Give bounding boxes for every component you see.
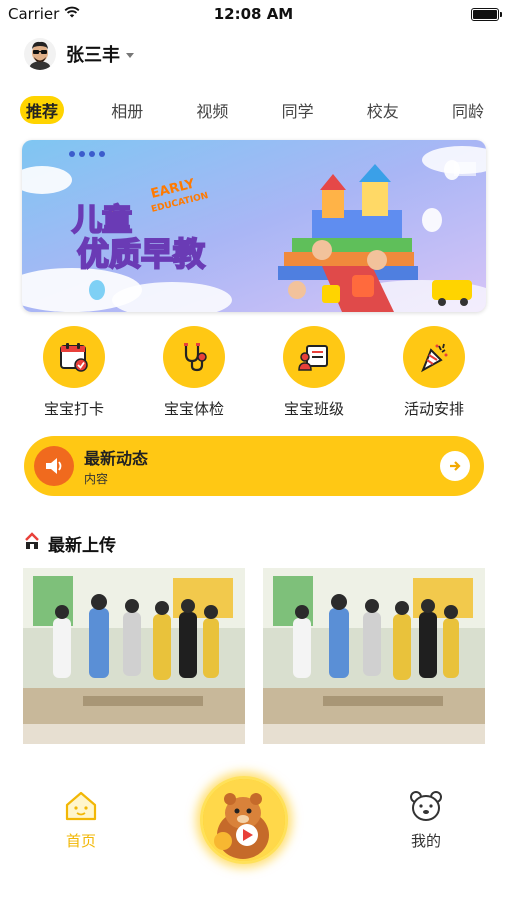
nav-mine[interactable]: 我的 [395,790,457,851]
upload-photo[interactable] [23,568,245,744]
quick-item-activities[interactable]: 活动安排 [379,326,489,422]
quick-menu: 宝宝打卡 宝宝体检 宝宝班级 活动安排 [14,326,494,422]
class-board-icon [283,326,345,388]
play-video-button[interactable] [200,776,288,864]
arrow-right-icon[interactable] [440,451,470,481]
chevron-down-icon[interactable] [126,52,134,58]
megaphone-icon [34,446,74,486]
bottom-nav: 首页 我的 [0,760,507,900]
user-name: 张三丰 [66,45,120,66]
clock: 12:08 AM [213,5,294,23]
quick-label: 活动安排 [403,400,464,418]
bear-face-icon [409,790,443,826]
tab-video[interactable]: 视频 [190,96,234,124]
quick-label: 宝宝体检 [163,400,224,418]
quick-item-class[interactable]: 宝宝班级 [259,326,369,422]
nav-home[interactable]: 首页 [50,790,112,851]
quick-label: 宝宝打卡 [43,400,104,418]
battery-icon [471,8,502,21]
quick-item-checkin[interactable]: 宝宝打卡 [19,326,129,422]
avatar[interactable] [24,38,56,70]
quick-label: 宝宝班级 [283,400,344,418]
news-subtitle: 内容 [84,472,109,486]
tab-recommend[interactable]: 推荐 [20,96,65,124]
news-title: 最新动态 [84,449,149,468]
upload-photo[interactable] [263,568,485,744]
party-popper-icon [403,326,465,388]
calendar-check-icon [43,326,105,388]
quick-item-checkup[interactable]: 宝宝体检 [139,326,249,422]
tab-same-age[interactable]: 同龄 [446,96,490,124]
upload-icon [24,532,40,554]
nav-home-label: 首页 [65,832,96,850]
nav-mine-label: 我的 [410,832,441,850]
status-bar: Carrier 12:08 AM [0,0,507,28]
section-title: 最新上传 [48,535,116,556]
home-icon [64,790,98,826]
latest-news-bar[interactable]: 最新动态 内容 [24,436,484,496]
latest-upload-header: 最新上传 [24,530,116,556]
svg-text:儿童: 儿童 [72,203,132,238]
category-tabs: 推荐 相册 视频 同学 校友 同龄 [20,96,490,124]
svg-text:优质早教: 优质早教 [77,235,205,273]
tab-classmates[interactable]: 同学 [276,96,320,124]
user-header[interactable]: 张三丰 [24,36,134,72]
tab-alumni[interactable]: 校友 [361,96,405,124]
promo-banner[interactable]: 儿童 EARLY EDUCATION 优质早教 [22,140,486,312]
stethoscope-icon [163,326,225,388]
tab-album[interactable]: 相册 [105,96,149,124]
